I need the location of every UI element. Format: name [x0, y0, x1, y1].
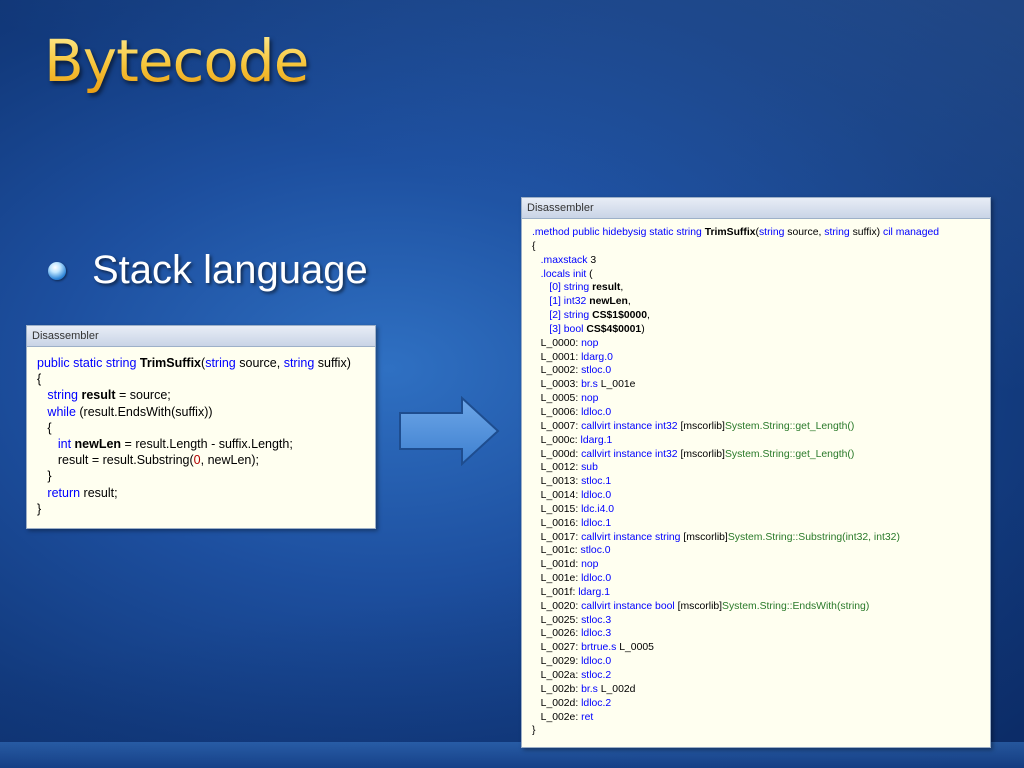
panel-header: Disassembler — [27, 326, 375, 347]
code-line: L_0020: callvirt instance bool [mscorlib… — [532, 600, 870, 612]
code-line: L_0007: callvirt instance int32 [mscorli… — [532, 420, 855, 432]
code-line: L_002a: stloc.2 — [532, 670, 612, 681]
code-line: string result = source; — [47, 388, 171, 403]
code-line: [0] string result, — [549, 282, 624, 294]
bullet-item: Stack language — [48, 248, 368, 293]
code-line: L_0002: stloc.0 — [532, 365, 612, 377]
code-line: L_0013: stloc.1 — [532, 476, 612, 488]
bullet-text: Stack language — [92, 248, 368, 292]
code-line: L_0014: ldloc.0 — [532, 490, 612, 502]
code-line: } — [37, 469, 52, 484]
code-line: { — [532, 240, 536, 252]
code-line: L_0027: brtrue.s L_0005 — [532, 642, 654, 654]
code-line: [3] bool CS$4$0001) — [549, 323, 645, 335]
code-line: L_0005: nop — [532, 393, 599, 405]
il-disassembler-panel: Disassembler .method public hidebysig st… — [521, 197, 991, 748]
code-line: L_0025: stloc.3 — [532, 614, 612, 626]
code-line: L_000c: ldarg.1 — [532, 434, 613, 446]
code-line: { — [37, 372, 42, 387]
code-line: [2] string CS$1$0000, — [549, 310, 650, 322]
code-line: L_0000: nop — [532, 337, 599, 349]
code-line: L_002d: ldloc.2 — [532, 697, 612, 709]
code-line: L_0012: sub — [532, 462, 598, 474]
code-line: L_001f: ldarg.1 — [532, 586, 610, 598]
code-line: } — [532, 725, 536, 737]
code-line: return result; — [47, 485, 118, 500]
code-line: .locals init ( — [540, 268, 593, 280]
code-line: L_0016: ldloc.1 — [532, 517, 612, 529]
code-line: result = result.Substring(0, newLen); — [37, 453, 259, 468]
code-line: [1] int32 newLen, — [549, 296, 631, 308]
code-line: L_0015: ldc.i4.0 — [532, 503, 615, 515]
sphere-bullet-icon — [48, 261, 66, 280]
code-line: { — [37, 420, 52, 435]
code-line: L_002e: ret — [532, 711, 594, 723]
code-line: public static string TrimSuffix(string s… — [37, 356, 351, 370]
code-line: .method public hidebysig static string T… — [532, 227, 940, 238]
code-line: L_0006: ldloc.0 — [532, 406, 612, 418]
code-line: int newLen = result.Length - suffix.Leng… — [57, 437, 293, 452]
code-line: L_001e: ldloc.0 — [532, 573, 612, 585]
code-line: L_001d: nop — [532, 559, 599, 571]
csharp-code-block: public static string TrimSuffix(string s… — [27, 347, 375, 517]
code-line: L_0003: br.s L_001e — [532, 379, 636, 391]
code-line: L_001c: stloc.0 — [532, 545, 611, 557]
code-line: L_0001: ldarg.0 — [532, 351, 613, 363]
code-line: L_0017: callvirt instance string [mscorl… — [532, 531, 900, 543]
slide-title: Bytecode — [44, 27, 309, 95]
code-line: while (result.EndsWith(suffix)) — [47, 404, 213, 419]
code-line: } — [37, 501, 42, 516]
code-line: L_0029: ldloc.0 — [532, 656, 612, 668]
il-code-block: .method public hidebysig static string T… — [522, 219, 990, 738]
right-arrow-icon — [399, 396, 500, 466]
csharp-disassembler-panel: Disassembler public static string TrimSu… — [26, 325, 376, 529]
code-line: L_002b: br.s L_002d — [532, 683, 636, 695]
code-line: L_0026: ldloc.3 — [532, 628, 612, 640]
code-line: L_000d: callvirt instance int32 [mscorli… — [532, 448, 855, 460]
code-line: .maxstack 3 — [540, 254, 597, 266]
panel-header: Disassembler — [522, 198, 990, 219]
